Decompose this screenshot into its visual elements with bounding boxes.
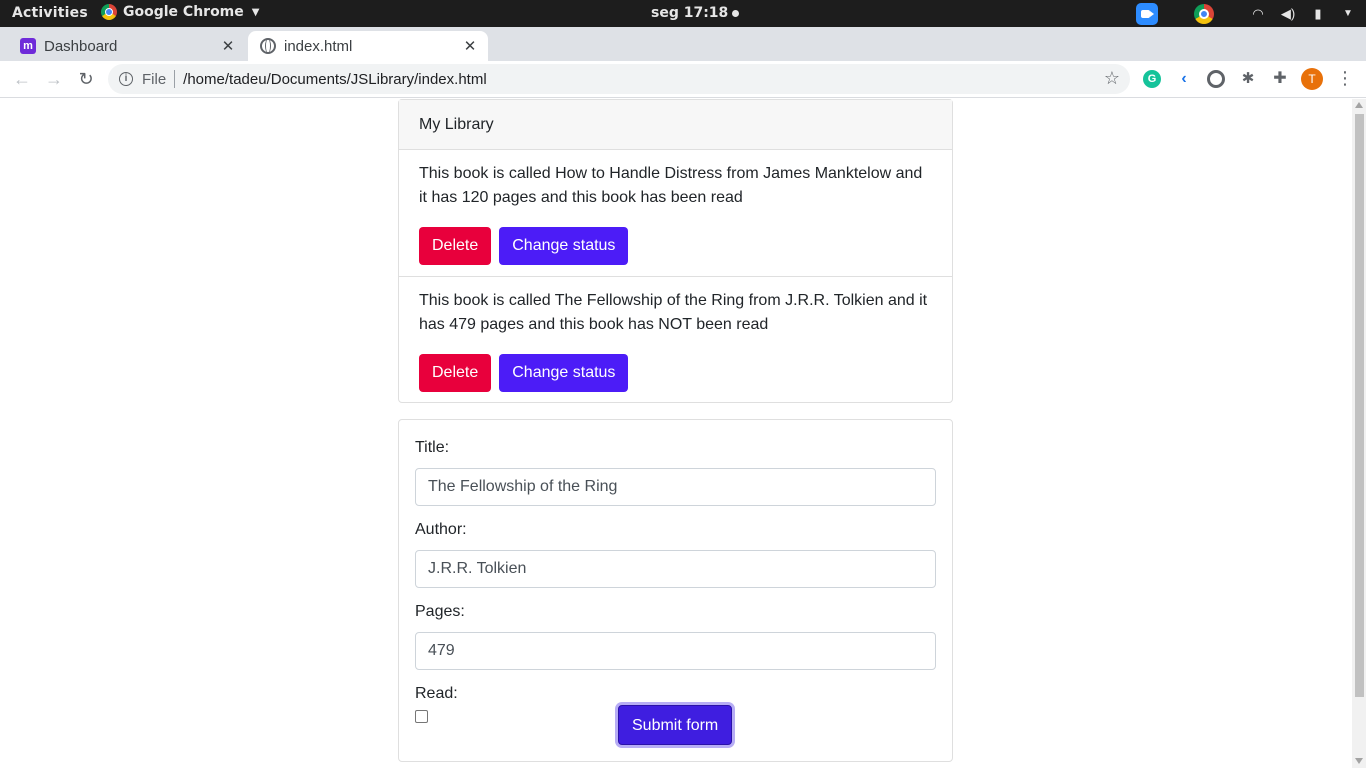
tab-title: Dashboard (44, 37, 118, 55)
info-icon[interactable]: i (119, 72, 133, 86)
book-actions: Delete Change status (419, 227, 932, 265)
address-bar[interactable]: i File /home/tadeu/Documents/JSLibrary/i… (108, 64, 1130, 94)
author-label: Author: (415, 521, 467, 538)
pages-input[interactable] (415, 632, 936, 670)
bookmark-star-icon[interactable]: ☆ (1104, 68, 1120, 89)
profile-avatar[interactable]: T (1301, 68, 1323, 90)
back-arrow-icon[interactable]: ← (10, 67, 34, 91)
system-tray: ◠ ◀) ▮ ▼ (1136, 2, 1356, 25)
globe-icon (260, 38, 276, 54)
notification-dot-icon (732, 9, 740, 17)
address-divider (174, 70, 176, 88)
close-tab-icon[interactable]: ✕ (462, 37, 478, 55)
change-status-button[interactable]: Change status (499, 227, 629, 265)
library-header: My Library (399, 100, 952, 150)
chrome-tray-icon[interactable] (1194, 3, 1214, 24)
scroll-down-arrow-icon[interactable] (1355, 758, 1363, 764)
app-menu-label: Google Chrome (123, 4, 244, 20)
book-item: This book is called How to Handle Distre… (399, 150, 952, 277)
title-input[interactable] (415, 468, 936, 506)
change-status-button[interactable]: Change status (499, 354, 629, 392)
zoom-icon[interactable] (1136, 2, 1158, 25)
forward-arrow-icon[interactable]: → (42, 67, 66, 91)
url-text[interactable]: /home/tadeu/Documents/JSLibrary/index.ht… (183, 71, 486, 88)
scroll-up-arrow-icon[interactable] (1355, 102, 1363, 108)
tab-index-html[interactable]: index.html ✕ (248, 31, 488, 61)
extensions-puzzle-icon[interactable]: ✚ (1271, 70, 1289, 88)
library-card: My Library This book is called How to Ha… (398, 99, 953, 403)
app-menu[interactable]: Google Chrome ▼ (101, 4, 259, 20)
grammarly-extension-icon[interactable]: G (1143, 70, 1161, 88)
author-input[interactable] (415, 550, 936, 588)
delete-button[interactable]: Delete (419, 354, 492, 392)
page-viewport: My Library This book is called How to Ha… (0, 99, 1352, 768)
read-label: Read: (415, 685, 458, 702)
submit-form-button[interactable]: Submit form (618, 705, 733, 745)
caret-down-icon: ▼ (251, 6, 260, 18)
system-top-bar: Activities Google Chrome ▼ seg 17:18 ◠ ◀… (0, 0, 1366, 27)
battery-icon[interactable]: ▮ (1310, 6, 1326, 22)
close-tab-icon[interactable]: ✕ (220, 37, 236, 55)
vertical-scrollbar[interactable] (1352, 99, 1366, 768)
bug-extension-icon[interactable]: ✱ (1239, 70, 1257, 88)
scrollbar-thumb[interactable] (1355, 114, 1364, 697)
delete-button[interactable]: Delete (419, 227, 492, 265)
clock-label: seg 17:18 (651, 5, 729, 21)
wifi-icon[interactable]: ◠ (1250, 6, 1266, 22)
read-checkbox[interactable] (415, 710, 428, 723)
volume-icon[interactable]: ◀) (1280, 6, 1296, 22)
title-label: Title: (415, 439, 450, 456)
add-book-form: Title: Author: Pages: Read: Submit form (398, 419, 953, 762)
activities-button[interactable]: Activities (12, 5, 88, 21)
book-description: This book is called How to Handle Distre… (419, 165, 923, 206)
reload-icon[interactable]: ↻ (74, 67, 98, 91)
book-actions: Delete Change status (419, 354, 932, 392)
gear-extension-icon[interactable] (1207, 70, 1225, 88)
tab-title: index.html (284, 37, 353, 55)
dashboard-favicon-icon: m (20, 38, 36, 54)
system-menu-caret-icon[interactable]: ▼ (1340, 8, 1356, 19)
k-extension-icon[interactable]: ‹ (1175, 70, 1193, 88)
browser-toolbar: ← → ↻ i File /home/tadeu/Documents/JSLib… (0, 61, 1366, 98)
pages-label: Pages: (415, 603, 465, 620)
more-menu-icon[interactable]: ⋮ (1336, 68, 1354, 88)
tab-dashboard[interactable]: m Dashboard ✕ (8, 31, 246, 61)
scheme-label: File (142, 70, 167, 88)
tab-strip: m Dashboard ✕ index.html ✕ + — ⧉ ✕ (0, 27, 1366, 82)
book-description: This book is called The Fellowship of th… (419, 292, 928, 333)
chrome-icon (101, 4, 117, 20)
book-item: This book is called The Fellowship of th… (399, 277, 952, 404)
clock[interactable]: seg 17:18 (651, 5, 740, 21)
